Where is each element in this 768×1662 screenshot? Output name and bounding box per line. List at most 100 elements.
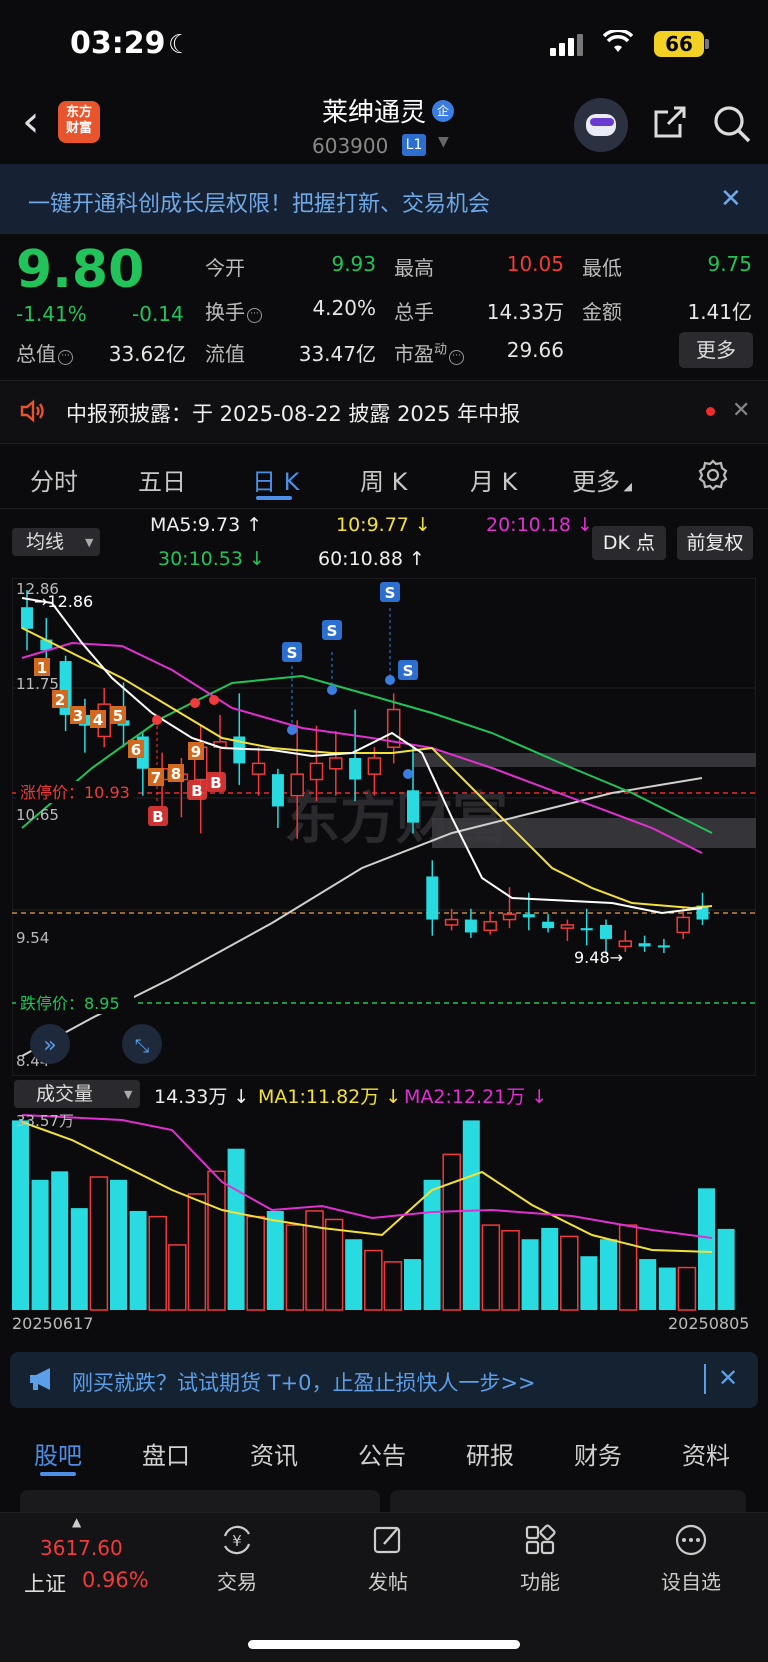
- close-icon[interactable]: ✕: [718, 1364, 738, 1392]
- svg-text:¥: ¥: [232, 1532, 242, 1550]
- moon-icon: ☾: [168, 30, 192, 60]
- high-marker: →12.86: [34, 592, 93, 611]
- home-indicator: [248, 1640, 520, 1649]
- volume-bar: [521, 1239, 539, 1310]
- svg-text:2: 2: [55, 691, 65, 709]
- gear-icon[interactable]: [696, 458, 730, 492]
- tab-daily-k[interactable]: 日 K: [252, 462, 299, 497]
- tab-research[interactable]: 研报: [466, 1436, 514, 1471]
- nav-add-watchlist[interactable]: 设自选: [646, 1522, 736, 1595]
- mktcap-label: 总值 ···: [16, 338, 73, 367]
- close-icon[interactable]: ✕: [732, 398, 750, 423]
- caret-down-icon[interactable]: ▼: [124, 1088, 132, 1101]
- report-notice-text[interactable]: 中报预披露：于 2025-08-22 披露 2025 年中报: [66, 398, 520, 428]
- svg-text:S: S: [327, 622, 338, 640]
- volume-current: 14.33万 ↓: [154, 1086, 250, 1108]
- float-value: 33.47亿: [298, 342, 376, 366]
- svg-text:6: 6: [131, 741, 141, 759]
- stock-code[interactable]: 603900: [312, 134, 388, 158]
- volume-value: 14.33万: [486, 300, 564, 324]
- candle: [271, 774, 284, 807]
- candle: [657, 945, 670, 948]
- tab-more[interactable]: 更多 ◢: [572, 462, 632, 497]
- amount-label: 金额: [582, 300, 622, 324]
- limit-down-label: 跌停价：8.95: [20, 994, 120, 1013]
- volume-bar: [658, 1267, 676, 1310]
- tab-weekly-k[interactable]: 周 K: [360, 462, 407, 497]
- tab-monthly-k[interactable]: 月 K: [470, 462, 517, 497]
- volume-bar: [345, 1239, 363, 1310]
- svg-text:B: B: [210, 774, 221, 792]
- svg-text:7: 7: [151, 769, 161, 787]
- caret-down-icon[interactable]: ▼: [85, 536, 93, 549]
- ma5-value: MA5:9.73 ↑: [150, 514, 263, 536]
- candle: [309, 762, 324, 781]
- close-icon[interactable]: ✕: [720, 184, 742, 214]
- candle: [483, 920, 497, 932]
- date-start: 20250617: [12, 1314, 94, 1333]
- index-name[interactable]: 上证: [24, 1568, 66, 1598]
- volume-bar: [580, 1256, 598, 1310]
- tab-intraday[interactable]: 分时: [30, 462, 78, 497]
- open-value: 9.93: [331, 252, 376, 276]
- caret-down-icon[interactable]: ▼: [438, 134, 449, 150]
- index-value[interactable]: 3617.60: [40, 1536, 123, 1560]
- tab-finance[interactable]: 财务: [574, 1436, 622, 1471]
- index-change[interactable]: 0.96%: [82, 1568, 149, 1592]
- info-icon[interactable]: ···: [247, 308, 262, 323]
- turnover-label: 换手 ···: [205, 296, 262, 325]
- nav-functions-label: 功能: [520, 1570, 560, 1594]
- futures-ad-text[interactable]: 刚买就跌？试试期货 T+0，止盈止损快人一步>>: [72, 1367, 536, 1397]
- ma10-value: 10:9.77 ↓: [336, 514, 431, 536]
- volume-indicator-select[interactable]: 成交量: [14, 1080, 140, 1108]
- limit-up-label: 涨停价：10.93: [20, 783, 130, 802]
- search-icon[interactable]: [712, 104, 752, 144]
- candle: [21, 607, 33, 629]
- battery-tip: [705, 39, 709, 49]
- content-card[interactable]: [390, 1490, 746, 1514]
- tab-profile[interactable]: 资料: [682, 1436, 730, 1471]
- high-value: 10.05: [506, 252, 564, 276]
- nav-post-label: 发帖: [368, 1570, 408, 1594]
- candle: [600, 924, 612, 939]
- info-icon[interactable]: ···: [449, 350, 465, 365]
- tab-announcements[interactable]: 公告: [358, 1436, 406, 1471]
- volume-bar: [266, 1210, 284, 1310]
- clock: 03:29: [70, 26, 166, 61]
- candle: [251, 762, 266, 775]
- svg-text:⤡: ⤡: [135, 1036, 149, 1057]
- edit-icon: [373, 1526, 401, 1554]
- tab-orderbook[interactable]: 盘口: [142, 1436, 190, 1471]
- fullscreen-button[interactable]: ⤡: [122, 1024, 162, 1064]
- volume-label: 总手: [394, 300, 434, 324]
- content-card[interactable]: [20, 1490, 380, 1514]
- nav-post[interactable]: 发帖: [343, 1522, 433, 1595]
- share-icon[interactable]: [652, 104, 688, 140]
- info-icon[interactable]: ···: [58, 350, 73, 365]
- last-price: 9.80: [16, 240, 145, 300]
- svg-text:8: 8: [171, 765, 181, 783]
- nav-functions[interactable]: 功能: [495, 1522, 585, 1595]
- nav-trade[interactable]: ¥ 交易: [192, 1522, 282, 1595]
- candle: [502, 913, 517, 921]
- more-button[interactable]: 更多: [679, 332, 753, 368]
- pressure-band: [432, 818, 756, 848]
- volume-bar: [618, 1224, 638, 1311]
- signal-icon: [550, 34, 586, 56]
- pe-value: 29.66: [506, 338, 564, 362]
- caret-up-icon[interactable]: ▲: [72, 1515, 81, 1529]
- expand-left-button[interactable]: »: [30, 1024, 70, 1064]
- tab-forum[interactable]: 股吧: [34, 1436, 82, 1471]
- low-value: 9.75: [707, 252, 752, 276]
- kline-chart[interactable]: 东方财富 S S S S B B B 1 2 3 4 5 6 7 8 9 12.…: [12, 578, 756, 1076]
- candle: [542, 921, 555, 929]
- divider: [704, 1364, 706, 1394]
- dk-point-button[interactable]: DK 点: [592, 526, 666, 560]
- volume-bar: [89, 1176, 109, 1311]
- svg-text:3: 3: [73, 707, 83, 725]
- tab-news[interactable]: 资讯: [250, 1436, 298, 1471]
- level-badge: L1: [402, 134, 426, 156]
- tab-five-day[interactable]: 五日: [138, 462, 186, 497]
- promo-banner-text[interactable]: 一键开通科创成长层权限！把握打新、交易机会: [28, 186, 490, 218]
- adjust-button[interactable]: 前复权: [677, 526, 753, 560]
